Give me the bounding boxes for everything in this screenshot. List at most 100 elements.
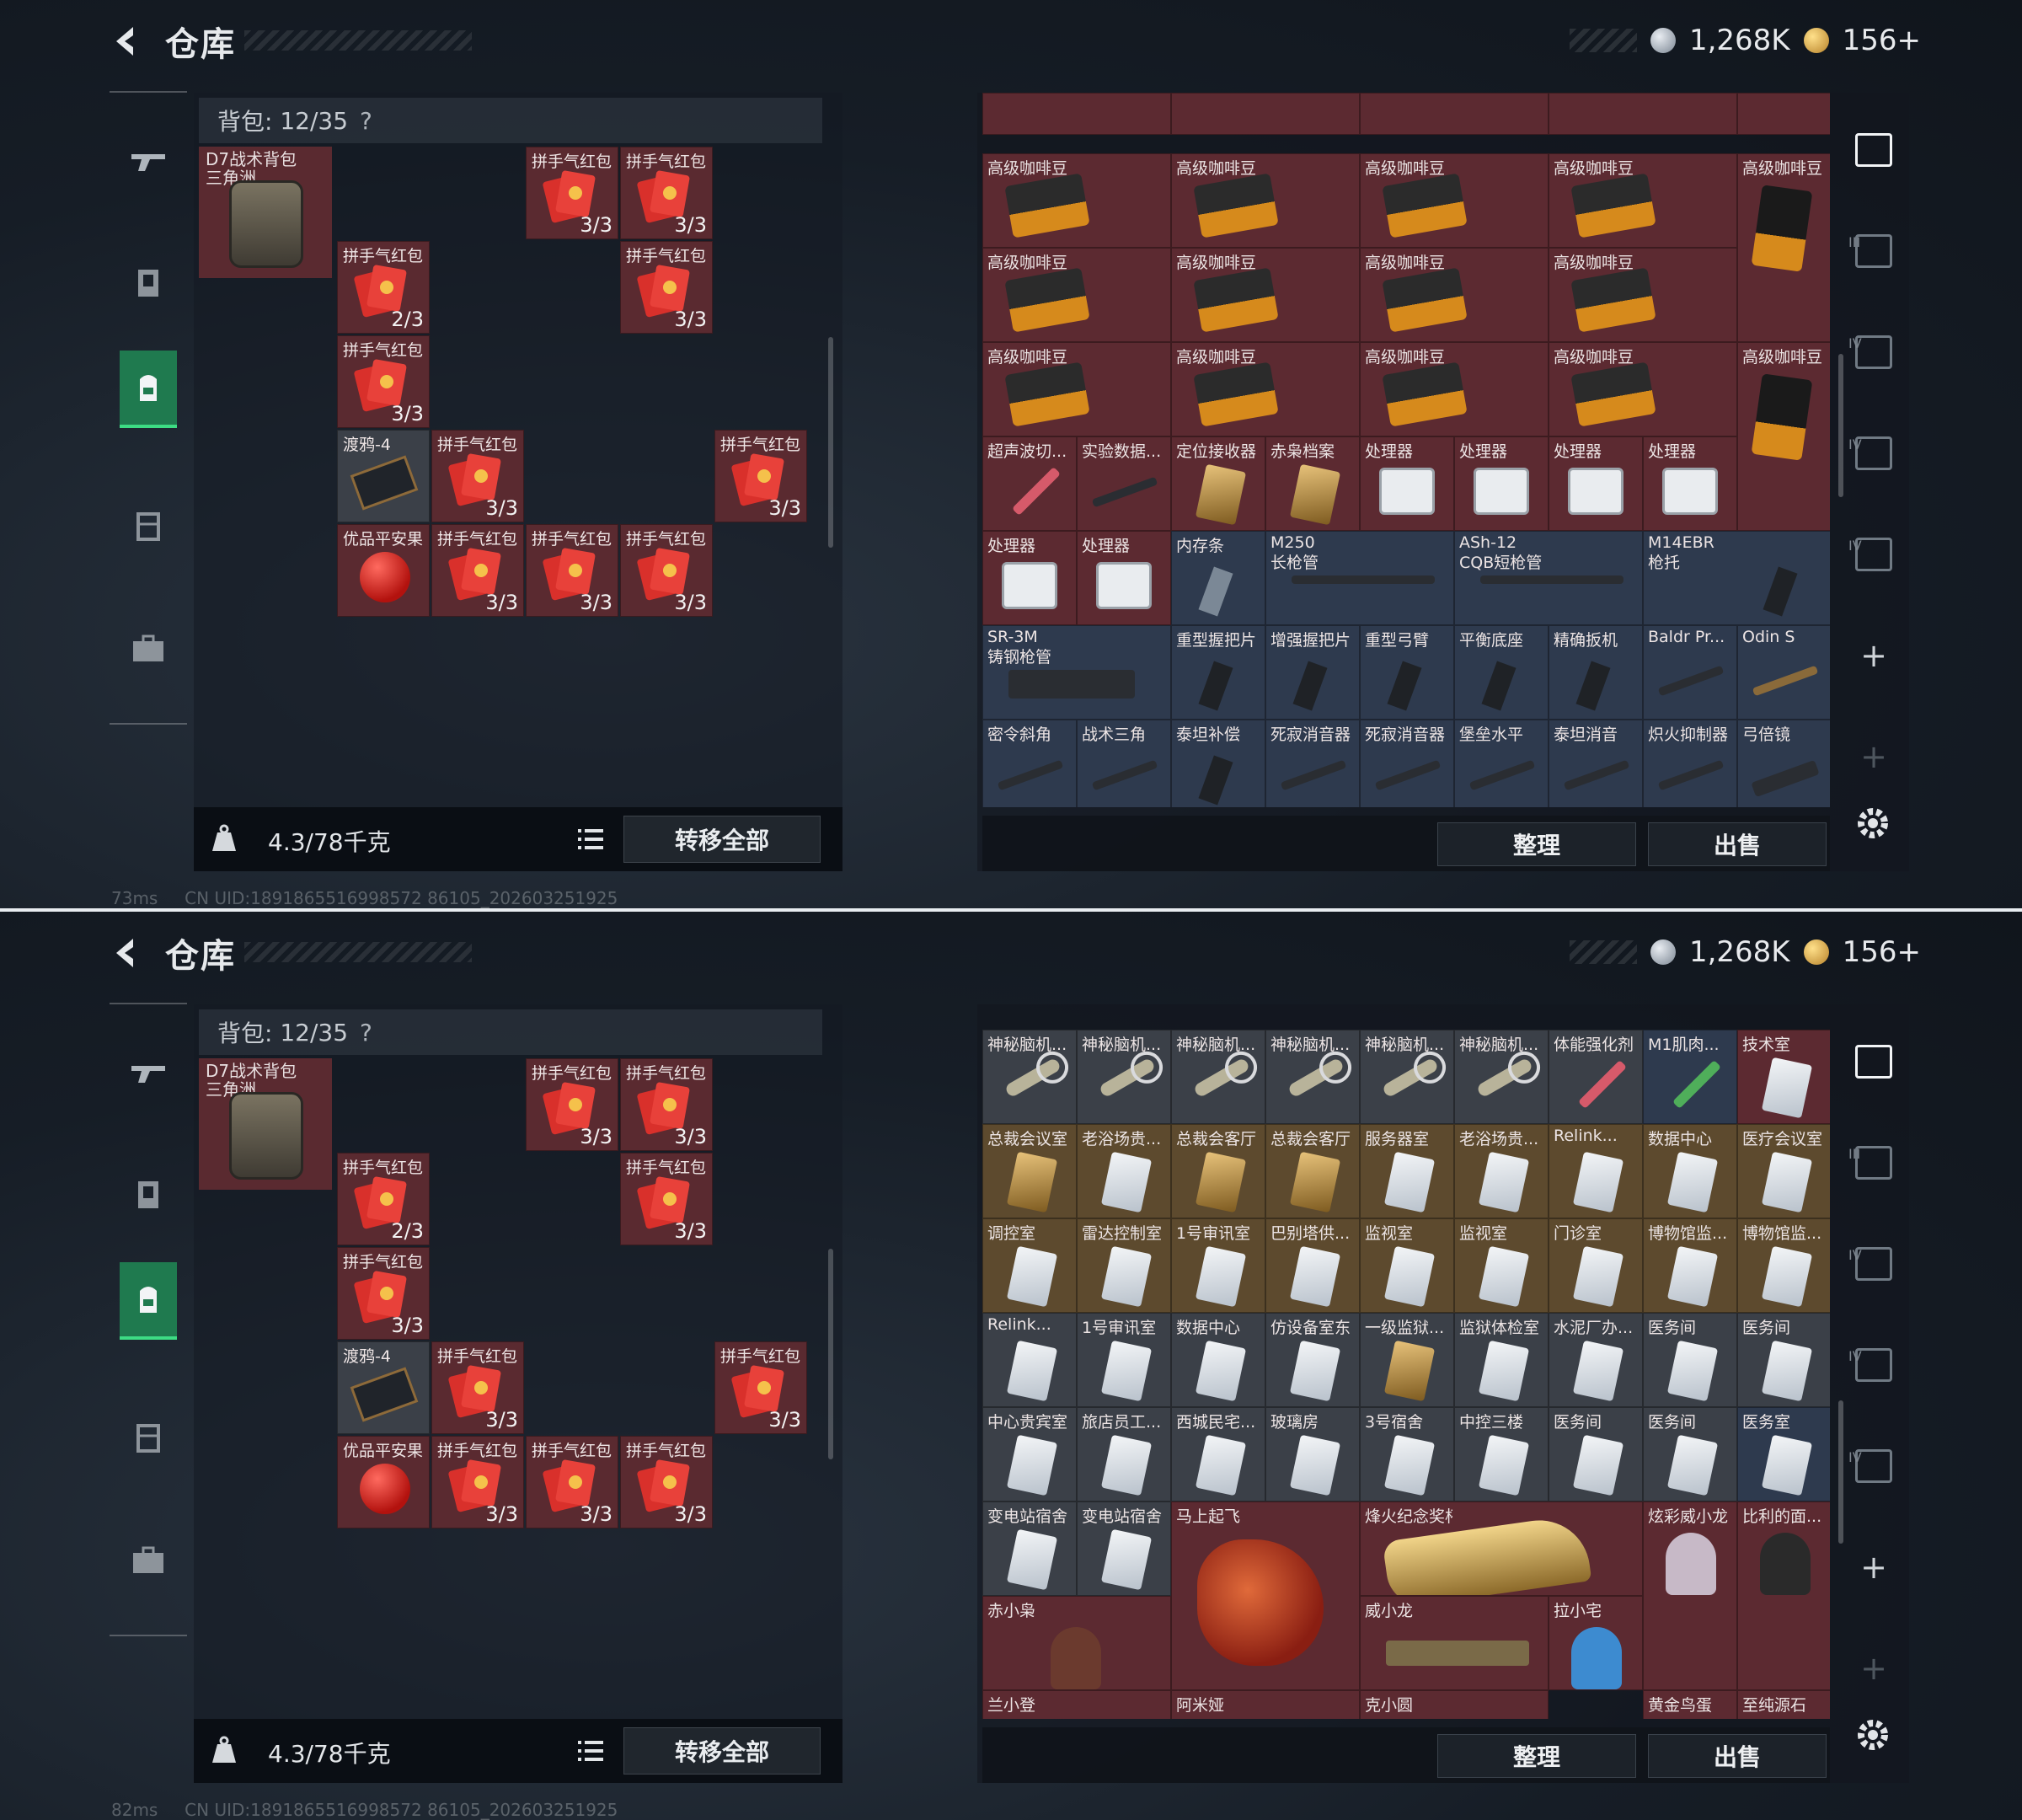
- stash-item[interactable]: [982, 93, 1171, 135]
- coffee-item[interactable]: 高级咖啡豆: [982, 153, 1171, 248]
- stash-item[interactable]: 定位接收器: [1171, 436, 1265, 531]
- stash-tab-4a[interactable]: IV: [1840, 310, 1907, 394]
- stash-item[interactable]: 增强握把片: [1265, 625, 1360, 720]
- hongbao-item[interactable]: 拼手气红包 3/3: [431, 1341, 524, 1434]
- stash-item[interactable]: [1360, 93, 1549, 135]
- stash-item[interactable]: 玻璃房: [1265, 1407, 1360, 1502]
- stash-item[interactable]: 监狱体检室: [1454, 1313, 1549, 1407]
- stash-item[interactable]: 老浴场贵...: [1077, 1124, 1171, 1218]
- hongbao-item[interactable]: 拼手气红包 3/3: [337, 1247, 430, 1340]
- stash-item[interactable]: Relink...: [982, 1313, 1077, 1407]
- stash-item[interactable]: 医务间: [1643, 1313, 1737, 1407]
- settings-gear-icon[interactable]: [1852, 802, 1894, 844]
- stash-item[interactable]: 精确扳机: [1549, 625, 1643, 720]
- stash-item[interactable]: [1171, 93, 1360, 135]
- stash-item[interactable]: 一级监狱...: [1360, 1313, 1454, 1407]
- hongbao-item[interactable]: 拼手气红包 3/3: [714, 430, 807, 522]
- stash-tab-4b[interactable]: IV: [1840, 411, 1907, 495]
- collectible-item[interactable]: 克小圆: [1360, 1690, 1549, 1719]
- stash-item[interactable]: 处理器: [1077, 531, 1171, 625]
- list-icon[interactable]: [571, 1734, 610, 1768]
- coffee-item[interactable]: 高级咖啡豆: [1737, 153, 1830, 342]
- stash-item[interactable]: 重型弓臂: [1360, 625, 1454, 720]
- stash-item[interactable]: [1549, 93, 1737, 135]
- nav-armor[interactable]: [120, 244, 177, 322]
- gold-amount[interactable]: 156+: [1843, 935, 1921, 969]
- stash-item[interactable]: 体能强化剂: [1549, 1030, 1643, 1124]
- hongbao-item[interactable]: 拼手气红包 3/3: [337, 335, 430, 428]
- list-icon[interactable]: [571, 822, 610, 856]
- stash-item[interactable]: 1号审讯室: [1077, 1313, 1171, 1407]
- stash-item[interactable]: 中控三楼: [1454, 1407, 1549, 1502]
- stash-item[interactable]: 数据中心: [1171, 1313, 1265, 1407]
- stash-item[interactable]: 平衡底座: [1454, 625, 1549, 720]
- stash-item[interactable]: 处理器: [1454, 436, 1549, 531]
- hongbao-item[interactable]: 拼手气红包 3/3: [620, 1436, 713, 1528]
- stash-item[interactable]: SR-3M 铸钢枪管: [982, 625, 1171, 720]
- stash-item[interactable]: 雷达控制室: [1077, 1218, 1171, 1313]
- add-tab-button[interactable]: +: [1840, 613, 1907, 698]
- stash-item[interactable]: 神秘脑机...: [1171, 1030, 1265, 1124]
- stash-item[interactable]: Relink...: [1549, 1124, 1643, 1218]
- stash-item[interactable]: Odin S: [1737, 625, 1830, 720]
- stash-tab-3[interactable]: III: [1840, 1121, 1907, 1205]
- sell-button[interactable]: 出售: [1648, 1734, 1827, 1778]
- hongbao-item[interactable]: 拼手气红包 3/3: [526, 1058, 618, 1151]
- stash-item[interactable]: 水泥厂办...: [1549, 1313, 1643, 1407]
- help-icon[interactable]: ?: [360, 107, 372, 135]
- stash-tab-4c[interactable]: IV: [1840, 1424, 1907, 1508]
- stash-item[interactable]: 技术室: [1737, 1030, 1830, 1124]
- collectible-item[interactable]: 炫彩威小龙: [1643, 1502, 1737, 1690]
- stash-item[interactable]: 老浴场贵...: [1454, 1124, 1549, 1218]
- equipped-backpack[interactable]: D7战术背包 三角洲: [199, 147, 332, 278]
- stash-item[interactable]: M250 长枪管: [1265, 531, 1454, 625]
- stash-tab-4a[interactable]: IV: [1840, 1222, 1907, 1306]
- hongbao-item[interactable]: 拼手气红包 3/3: [620, 1058, 713, 1151]
- stash-tab-3[interactable]: III: [1840, 209, 1907, 293]
- help-icon[interactable]: ?: [360, 1019, 372, 1046]
- hongbao-item[interactable]: 拼手气红包 3/3: [526, 1436, 618, 1528]
- collectible-item[interactable]: 赤小枭: [982, 1596, 1171, 1690]
- hongbao-item[interactable]: 拼手气红包 3/3: [620, 524, 713, 617]
- raven-magazine-item[interactable]: 渡鸦-4: [337, 1341, 430, 1434]
- sort-button[interactable]: 整理: [1437, 822, 1636, 866]
- stash-item[interactable]: M1肌肉...: [1643, 1030, 1737, 1124]
- stash-item[interactable]: 处理器: [1549, 436, 1643, 531]
- stash-item[interactable]: 调控室: [982, 1218, 1077, 1313]
- coffee-item[interactable]: 高级咖啡豆: [1171, 248, 1360, 342]
- collectible-item[interactable]: 马上起飞: [1171, 1502, 1360, 1690]
- hongbao-item[interactable]: 拼手气红包 2/3: [337, 241, 430, 334]
- coffee-item[interactable]: 高级咖啡豆: [1737, 342, 1830, 531]
- stash-item[interactable]: 3号宿舍: [1360, 1407, 1454, 1502]
- coffee-item[interactable]: 高级咖啡豆: [982, 248, 1171, 342]
- stash-item[interactable]: 实验数据...: [1077, 436, 1171, 531]
- stash-item[interactable]: 神秘脑机...: [982, 1030, 1077, 1124]
- coffee-item[interactable]: 高级咖啡豆: [1360, 248, 1549, 342]
- gold-amount[interactable]: 156+: [1843, 24, 1921, 57]
- stash-item[interactable]: 死寂消音器: [1360, 720, 1454, 807]
- sell-button[interactable]: 出售: [1648, 822, 1827, 866]
- stash-item[interactable]: 处理器: [1360, 436, 1454, 531]
- stash-item[interactable]: 神秘脑机...: [1454, 1030, 1549, 1124]
- add-tab-button[interactable]: +: [1840, 1525, 1907, 1609]
- stash-tab-4b[interactable]: IV: [1840, 1323, 1907, 1407]
- stash-item[interactable]: 监视室: [1360, 1218, 1454, 1313]
- stash-item[interactable]: 神秘脑机...: [1077, 1030, 1171, 1124]
- stash-item[interactable]: 西城民宅...: [1171, 1407, 1265, 1502]
- stash-item[interactable]: 门诊室: [1549, 1218, 1643, 1313]
- nav-armor[interactable]: [120, 1156, 177, 1234]
- nav-weapons[interactable]: [120, 1035, 177, 1112]
- stash-item[interactable]: 泰坦消音: [1549, 720, 1643, 807]
- nav-vest[interactable]: [120, 487, 177, 565]
- stash-item[interactable]: 医务室: [1737, 1407, 1830, 1502]
- collectible-item[interactable]: 至纯源石: [1737, 1690, 1830, 1719]
- collectible-item[interactable]: 威小龙: [1360, 1596, 1549, 1690]
- stash-item[interactable]: 医疗会议室: [1737, 1124, 1830, 1218]
- back-arrow-icon[interactable]: [108, 934, 147, 972]
- stash-tab-main[interactable]: [1840, 108, 1907, 192]
- stash-item[interactable]: 1号审讯室: [1171, 1218, 1265, 1313]
- coffee-item[interactable]: 高级咖啡豆: [1360, 342, 1549, 436]
- collectible-item[interactable]: 阿米娅: [1171, 1690, 1360, 1719]
- hongbao-item[interactable]: 拼手气红包 3/3: [431, 1436, 524, 1528]
- stash-item[interactable]: 赤枭档案: [1265, 436, 1360, 531]
